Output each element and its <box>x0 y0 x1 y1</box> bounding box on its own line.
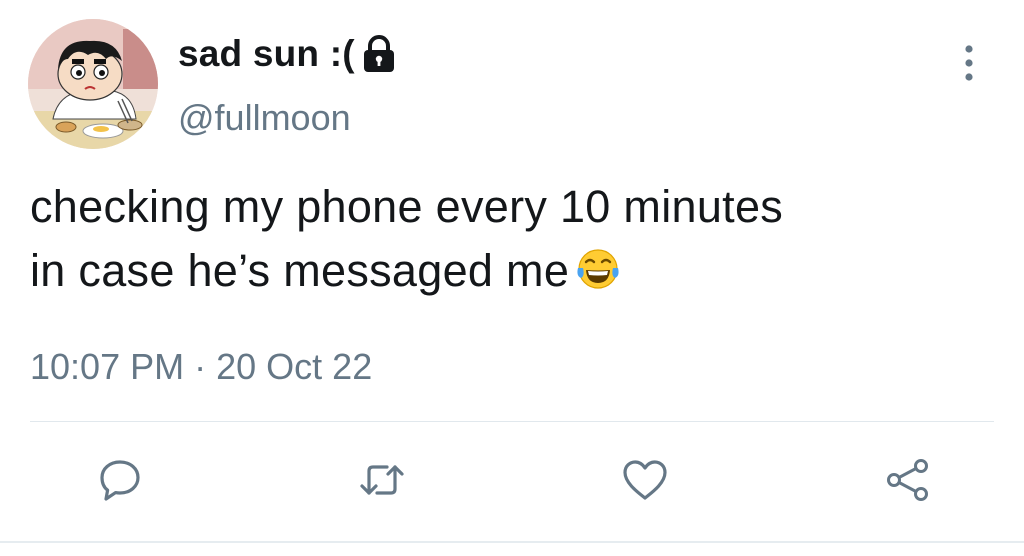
more-options-icon[interactable] <box>955 43 983 83</box>
share-button[interactable] <box>883 455 933 505</box>
user-handle[interactable]: @fullmoon <box>178 97 351 139</box>
lock-icon <box>361 34 397 74</box>
face-with-tears-of-joy-icon <box>575 245 621 291</box>
reply-button[interactable] <box>95 455 145 505</box>
avatar[interactable] <box>28 19 158 149</box>
like-button[interactable] <box>620 455 670 505</box>
retweet-button[interactable] <box>357 455 407 505</box>
tweet-time: 10:07 PM <box>30 346 185 387</box>
tweet-text: checking my phone every 10 minutes in ca… <box>30 175 990 303</box>
tweet-text-line-2: in case he’s messaged me <box>30 239 990 303</box>
retweet-icon <box>360 465 404 495</box>
share-icon <box>887 459 928 501</box>
timestamp-separator: · <box>194 346 207 387</box>
display-name[interactable]: sad sun :( <box>178 33 397 75</box>
display-name-text: sad sun :( <box>178 33 355 74</box>
tweet-date: 20 Oct 22 <box>216 346 373 387</box>
tweet-text-line-2-text: in case he’s messaged me <box>30 245 570 296</box>
avatar-image <box>28 19 158 149</box>
bottom-border <box>0 541 1024 543</box>
tweet-timestamp[interactable]: 10:07 PM · 20 Oct 22 <box>30 346 372 388</box>
heart-icon <box>623 460 667 500</box>
tweet-text-line-1: checking my phone every 10 minutes <box>30 181 784 232</box>
comment-icon <box>100 460 140 501</box>
divider <box>30 421 994 422</box>
tweet-card: sad sun :( @fullmoon checking my phone e… <box>0 0 1024 556</box>
